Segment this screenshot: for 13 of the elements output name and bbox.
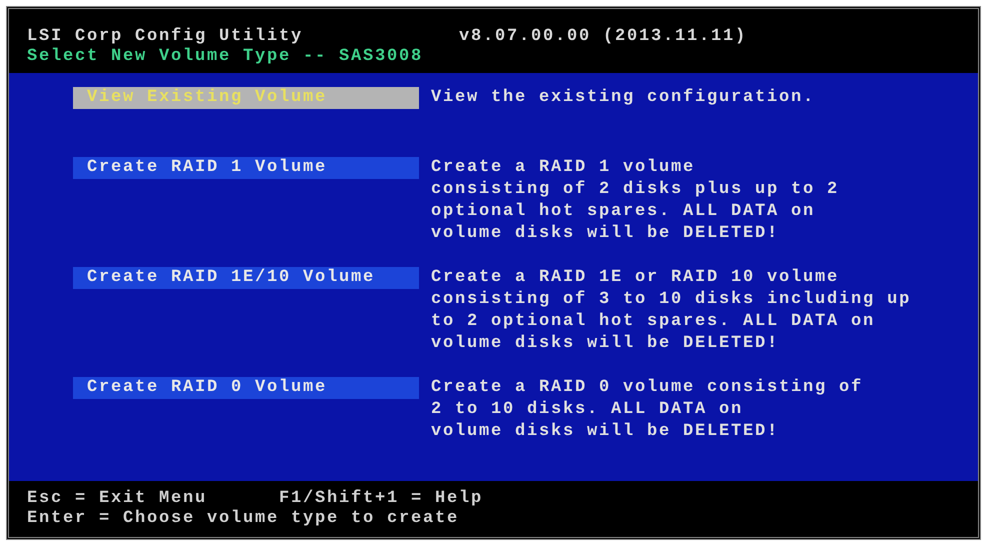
item-description: View the existing configuration.: [431, 87, 816, 109]
item-description: Create a RAID 1E or RAID 10 volume consisting of 3 to 10 disks including up to 2 optional hot spares. ALL DATA on volume disks will be DELETED!: [431, 267, 912, 355]
menu-item[interactable]: Create RAID 1 Volume: [73, 157, 419, 179]
key-hint: F1/Shift+1 = Help: [279, 489, 484, 509]
utility-title: LSI Corp Config Utility: [27, 27, 304, 47]
screen-subtitle: Select New Volume Type -- SAS3008: [27, 47, 424, 67]
menu-item[interactable]: Create RAID 1E/10 Volume: [73, 267, 419, 289]
item-description: Create a RAID 0 volume consisting of 2 to 10 disks. ALL DATA on volume disks will be DELETED!: [431, 377, 864, 443]
version-text: v8.07.00.00 (2013.11.11): [459, 27, 748, 47]
key-hint: Enter = Choose volume type to create: [27, 509, 460, 529]
menu-item[interactable]: Create RAID 0 Volume: [73, 377, 419, 399]
item-description: Create a RAID 1 volume consisting of 2 disks plus up to 2 optional hot spares. ALL DATA on volume disks will be DELETED!: [431, 157, 840, 245]
key-hint: Esc = Exit Menu: [27, 489, 208, 509]
